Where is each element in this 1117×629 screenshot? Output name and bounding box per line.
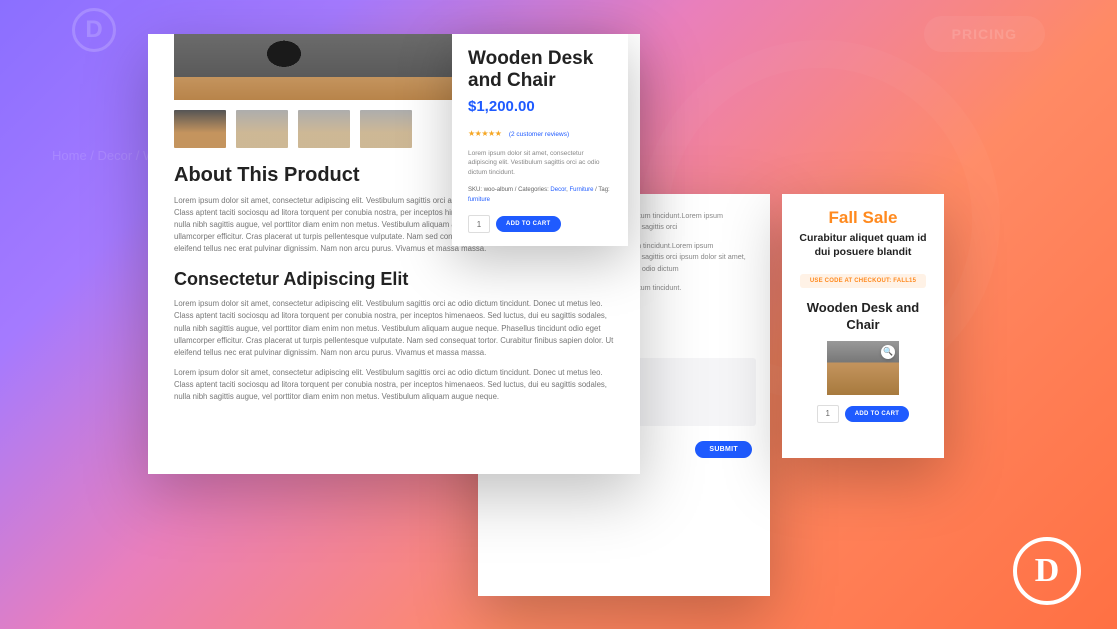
category-link[interactable]: Furniture bbox=[569, 187, 593, 193]
submit-button[interactable]: SUBMIT bbox=[695, 441, 752, 458]
thumbnail[interactable] bbox=[360, 110, 412, 148]
quantity-input[interactable]: 1 bbox=[817, 405, 839, 423]
product-title: Wooden Desk and Chair bbox=[468, 48, 612, 92]
thumbnail[interactable] bbox=[236, 110, 288, 148]
section-heading: Consectetur Adipiscing Elit bbox=[174, 269, 614, 290]
section-paragraph: Lorem ipsum dolor sit amet, consectetur … bbox=[174, 367, 614, 403]
category-link[interactable]: Decor bbox=[550, 187, 566, 193]
widget-product-image[interactable]: 🔍 bbox=[827, 341, 899, 395]
star-icon: ★★★★★ bbox=[468, 129, 501, 138]
widget-product-title: Wooden Desk and Chair bbox=[794, 300, 932, 333]
product-meta: SKU: woo-album / Categories: Decor, Furn… bbox=[468, 186, 612, 205]
quantity-input[interactable]: 1 bbox=[468, 215, 490, 233]
divi-logo-icon: D bbox=[1013, 537, 1081, 605]
add-to-cart-button[interactable]: ADD TO CART bbox=[845, 406, 910, 422]
sale-widget-panel: Fall Sale Curabitur aliquet quam id dui … bbox=[782, 194, 944, 458]
reviews-link[interactable]: (2 customer reviews) bbox=[509, 131, 569, 138]
logo-icon: D bbox=[72, 8, 116, 52]
breadcrumb: Home / Decor / W bbox=[52, 148, 155, 163]
product-summary-panel: Wooden Desk and Chair $1,200.00 ★★★★★ (2… bbox=[452, 34, 628, 246]
zoom-icon[interactable]: 🔍 bbox=[881, 345, 895, 359]
rating-row: ★★★★★ (2 customer reviews) bbox=[468, 123, 612, 141]
add-to-cart-button[interactable]: ADD TO CART bbox=[496, 216, 561, 232]
section-paragraph: Lorem ipsum dolor sit amet, consectetur … bbox=[174, 298, 614, 358]
sale-heading: Fall Sale bbox=[794, 208, 932, 228]
short-description: Lorem ipsum dolor sit amet, consectetur … bbox=[468, 149, 612, 178]
promo-code-badge: USE CODE AT CHECKOUT: FALL15 bbox=[800, 274, 926, 288]
product-price: $1,200.00 bbox=[468, 98, 612, 115]
thumbnail[interactable] bbox=[298, 110, 350, 148]
thumbnail[interactable] bbox=[174, 110, 226, 148]
tag-link[interactable]: furniture bbox=[468, 197, 490, 203]
pricing-nav: PRICING bbox=[924, 16, 1045, 52]
sale-subtitle: Curabitur aliquet quam id dui posuere bl… bbox=[794, 232, 932, 259]
